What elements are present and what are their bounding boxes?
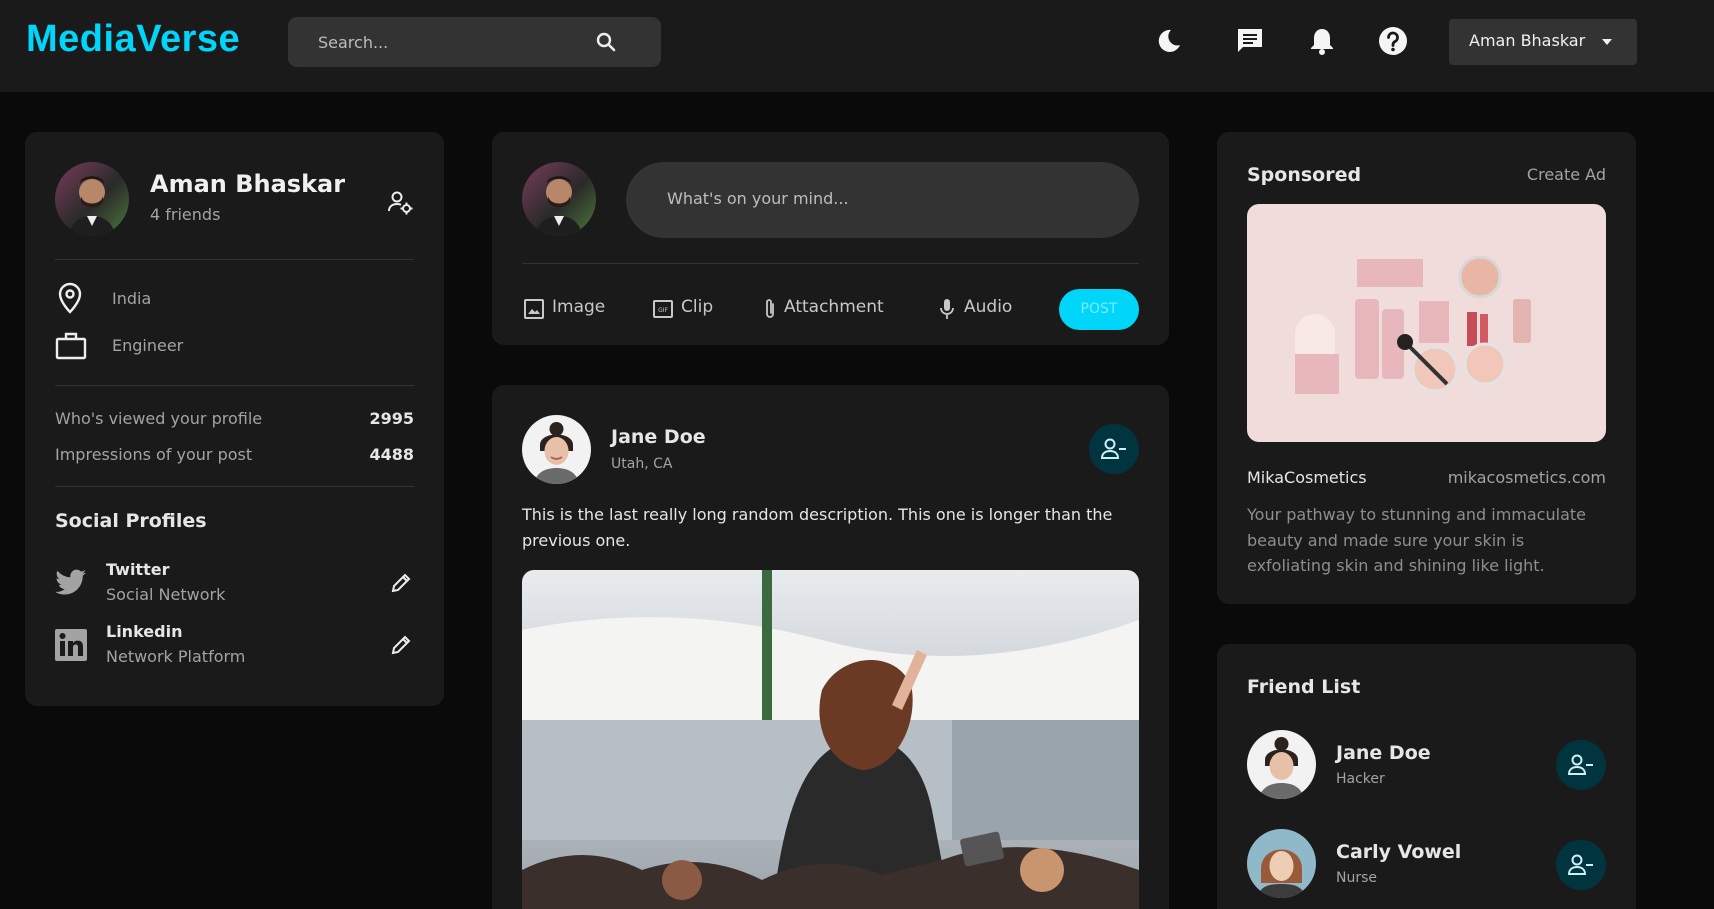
post-image[interactable] xyxy=(522,570,1139,909)
social-name[interactable]: Linkedin xyxy=(106,622,182,641)
caret-down-icon xyxy=(1602,39,1612,45)
friend-name[interactable]: Carly Vowel xyxy=(1336,841,1461,863)
edit-pencil-icon[interactable] xyxy=(390,572,412,594)
composer-placeholder: What's on your mind... xyxy=(667,189,849,208)
remove-friend-button[interactable] xyxy=(1556,840,1606,890)
microphone-icon xyxy=(940,299,954,319)
post-author-location: Utah, CA xyxy=(611,456,673,472)
composer-action-label: Audio xyxy=(964,297,1013,317)
social-type: Network Platform xyxy=(106,647,246,666)
composer-action-label: Image xyxy=(552,297,606,317)
ad-url[interactable]: mikacosmetics.com xyxy=(1448,468,1606,487)
friend-list-title: Friend List xyxy=(1247,676,1361,698)
divider xyxy=(55,259,414,260)
gif-icon: GIF xyxy=(653,300,673,318)
image-icon xyxy=(524,299,544,319)
person-remove-icon xyxy=(1568,754,1593,775)
ad-description: Your pathway to stunning and immaculate … xyxy=(1247,505,1586,575)
friend-avatar[interactable] xyxy=(1247,829,1316,898)
ad-brand[interactable]: MikaCosmetics xyxy=(1247,468,1367,487)
help-icon[interactable] xyxy=(1377,25,1409,57)
briefcase-icon xyxy=(55,332,87,360)
sponsored-title: Sponsored xyxy=(1247,164,1362,186)
remove-friend-button[interactable] xyxy=(1089,424,1139,474)
social-type: Social Network xyxy=(106,585,226,604)
linkedin-icon[interactable] xyxy=(55,629,87,661)
concert-photo xyxy=(522,570,1139,909)
ad-image[interactable] xyxy=(1247,204,1606,442)
person-remove-icon xyxy=(1568,854,1593,875)
search-icon[interactable] xyxy=(594,30,618,54)
svg-text:GIF: GIF xyxy=(658,307,668,314)
profile-location: India xyxy=(112,289,152,308)
friend-role: Hacker xyxy=(1336,771,1385,787)
bell-icon[interactable] xyxy=(1306,25,1338,57)
profile-friends-count: 4 friends xyxy=(150,205,221,224)
social-profiles-title: Social Profiles xyxy=(55,510,207,532)
post-composer-card: What's on your mind... Image GIF Clip At… xyxy=(492,132,1169,345)
stat-label: Who's viewed your profile xyxy=(55,409,263,428)
whats-on-your-mind-input[interactable]: What's on your mind... xyxy=(626,162,1139,238)
user-menu-dropdown[interactable]: Aman Bhaskar xyxy=(1449,19,1637,65)
search-box[interactable] xyxy=(288,17,661,67)
composer-action-label: Attachment xyxy=(784,297,884,317)
stat-value: 2995 xyxy=(369,409,414,428)
post-button[interactable]: POST xyxy=(1059,289,1139,330)
divider xyxy=(522,263,1139,264)
edit-pencil-icon[interactable] xyxy=(390,634,412,656)
app-logo[interactable]: MediaVerse xyxy=(26,18,240,61)
friend-name[interactable]: Jane Doe xyxy=(1336,742,1431,764)
friend-list-card: Friend List Jane Doe Hacker Carly Vowel … xyxy=(1217,644,1636,909)
profile-card: Aman Bhaskar 4 friends India Engineer Wh… xyxy=(25,132,444,706)
cosmetics-product-photo xyxy=(1295,255,1531,394)
person-remove-icon xyxy=(1101,438,1126,459)
post-description: This is the last really long random desc… xyxy=(522,505,1113,550)
friend-avatar[interactable] xyxy=(1247,730,1316,799)
profile-name[interactable]: Aman Bhaskar xyxy=(150,170,345,198)
chat-icon[interactable] xyxy=(1234,25,1266,57)
paperclip-icon xyxy=(766,299,774,318)
top-navbar: MediaVerse Aman Bhaskar xyxy=(0,0,1714,92)
profile-avatar[interactable] xyxy=(55,162,129,236)
post-author-avatar[interactable] xyxy=(522,415,591,484)
sponsored-card: Sponsored Create Ad MikaCosmetics mikaco… xyxy=(1217,132,1636,604)
location-pin-icon xyxy=(58,282,82,314)
divider xyxy=(55,385,414,386)
stat-label: Impressions of your post xyxy=(55,445,253,464)
friend-role: Nurse xyxy=(1336,870,1378,886)
manage-account-icon[interactable] xyxy=(387,189,413,215)
composer-avatar xyxy=(522,162,596,236)
post-author-name[interactable]: Jane Doe xyxy=(611,426,706,448)
moon-icon[interactable] xyxy=(1152,25,1184,57)
twitter-icon[interactable] xyxy=(55,569,87,597)
divider xyxy=(55,486,414,487)
profile-occupation: Engineer xyxy=(112,336,184,355)
social-name[interactable]: Twitter xyxy=(106,560,169,579)
search-input[interactable] xyxy=(318,29,598,55)
user-menu-name: Aman Bhaskar xyxy=(1469,31,1586,50)
create-ad-link[interactable]: Create Ad xyxy=(1527,165,1606,184)
remove-friend-button[interactable] xyxy=(1556,740,1606,790)
post-card: Jane Doe Utah, CA This is the last reall… xyxy=(492,385,1169,909)
stat-value: 4488 xyxy=(369,445,414,464)
composer-action-label: Clip xyxy=(681,297,714,317)
